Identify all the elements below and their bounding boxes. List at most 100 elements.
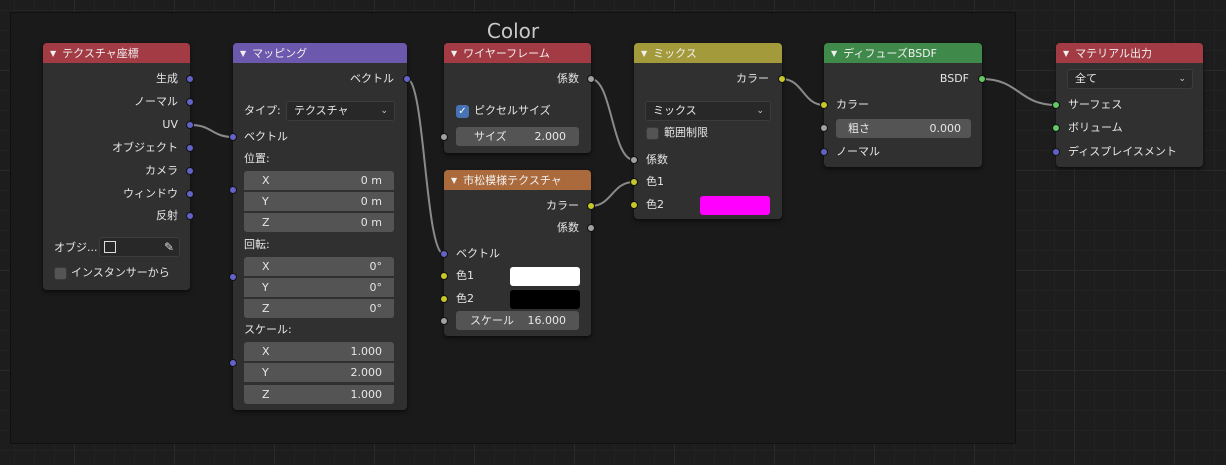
eyedropper-icon[interactable]: ✎ [164,238,174,256]
chevron-down-icon: ⌄ [756,106,764,116]
location-x-field[interactable]: X 0 m [244,171,394,190]
clamp-checkbox[interactable] [646,127,659,140]
node-wireframe[interactable]: ▼ ワイヤーフレーム 係数 ✓ ピクセルサイズ サイズ 2.000 [440,43,595,153]
input-size-socket[interactable] [440,133,448,141]
output-color-socket[interactable] [778,75,786,83]
input-color1-socket[interactable] [440,272,448,280]
node-mapping[interactable]: ▼ マッピング ベクトル タイプ: テクスチャ ⌄ ベクトル 位置: X0 m … [229,43,411,410]
input-scale-socket[interactable] [229,359,237,367]
output-window-socket[interactable] [186,190,194,198]
object-picker-field[interactable]: ✎ [99,237,180,257]
output-bsdf-socket[interactable] [978,75,986,83]
axis-label: X [262,174,270,187]
input-roughness-socket[interactable] [820,124,828,132]
scale-y-field[interactable]: Y 2.000 [244,363,394,382]
color1-swatch[interactable] [510,267,580,286]
collapse-arrow-icon[interactable]: ▼ [50,49,56,58]
collapse-arrow-icon[interactable]: ▼ [1063,49,1069,58]
frame-title: Color [486,19,540,43]
input-vector-socket[interactable] [229,133,237,141]
input-volume-socket[interactable] [1052,124,1060,132]
output-camera-socket[interactable] [186,167,194,175]
chevron-down-icon: ⌄ [380,106,388,116]
node-checker-texture[interactable]: ▼ 市松模様テクスチャ カラー 係数 ベクトル 色1 色2 スケール 16.00… [440,170,595,336]
field-value: 2.000 [350,366,383,379]
node-header[interactable]: ▼ マッピング [233,43,407,63]
input-factor-socket[interactable] [630,156,638,164]
output-camera-label: カメラ [145,164,178,177]
output-normal-label: ノーマル [134,95,178,108]
node-header[interactable]: ▼ テクスチャ座標 [43,43,190,63]
input-normal-socket[interactable] [820,148,828,156]
target-dropdown[interactable]: 全て ⌄ [1067,69,1193,89]
input-scale-socket[interactable] [440,317,448,325]
output-normal-socket[interactable] [186,98,194,106]
pixel-size-checkbox[interactable]: ✓ [456,105,469,118]
output-factor-socket[interactable] [587,75,595,83]
node-material-output[interactable]: ▼ マテリアル出力 全て ⌄ サーフェス ボリューム ディスプレイスメント [1052,43,1203,167]
input-rotation-socket[interactable] [229,273,237,281]
scale-z-field[interactable]: Z 1.000 [244,385,394,404]
output-object-socket[interactable] [186,144,194,152]
type-dropdown[interactable]: テクスチャ ⌄ [286,101,395,121]
collapse-arrow-icon[interactable]: ▼ [641,49,647,58]
collapse-arrow-icon[interactable]: ▼ [451,176,457,185]
color2-swatch[interactable] [700,196,770,215]
scale-field[interactable]: スケール 16.000 [456,311,579,330]
type-value: テクスチャ [294,104,349,117]
output-reflection-socket[interactable] [186,212,194,220]
location-z-field[interactable]: Z 0 m [244,213,394,232]
rotation-z-field[interactable]: Z 0° [244,299,394,318]
input-displacement-socket[interactable] [1052,148,1060,156]
input-color2-socket[interactable] [630,201,638,209]
collapse-arrow-icon[interactable]: ▼ [831,49,837,58]
node-mix[interactable]: ▼ ミックス カラー ミックス ⌄ 範囲制限 係数 色1 色2 [630,43,786,219]
roughness-field[interactable]: 粗さ 0.000 [836,119,971,138]
node-header[interactable]: ▼ ディフューズBSDF [824,43,982,63]
rotation-x-field[interactable]: X 0° [244,257,394,276]
field-value: 0° [369,302,383,315]
from-instancer-checkbox[interactable] [54,267,67,280]
input-vector-socket[interactable] [440,250,448,258]
output-factor-socket[interactable] [587,224,595,232]
node-header[interactable]: ▼ ミックス [634,43,782,63]
collapse-arrow-icon[interactable]: ▼ [451,49,457,58]
collapse-arrow-icon[interactable]: ▼ [240,49,246,58]
input-surface-socket[interactable] [1052,101,1060,109]
rotation-y-field[interactable]: Y 0° [244,278,394,297]
output-object-label: オブジェクト [112,141,178,154]
input-location-socket[interactable] [229,186,237,194]
field-value: 1.000 [350,345,383,358]
node-title: ワイヤーフレーム [463,47,550,60]
output-vector-socket[interactable] [403,75,411,83]
rotation-label: 回転: [244,238,270,251]
target-value: 全て [1075,72,1097,85]
node-title: マッピング [252,47,308,60]
node-header[interactable]: ▼ 市松模様テクスチャ [444,170,591,190]
color2-swatch[interactable] [510,290,580,309]
scale-x-field[interactable]: X 1.000 [244,342,394,361]
node-header[interactable]: ▼ マテリアル出力 [1056,43,1203,63]
field-value: 2.000 [534,130,567,143]
location-y-field[interactable]: Y 0 m [244,192,394,211]
output-vector-label: ベクトル [350,72,394,85]
input-color2-socket[interactable] [440,295,448,303]
color1-label: 色1 [456,269,474,282]
input-color1-socket[interactable] [630,178,638,186]
node-texture-coordinate[interactable]: ▼ テクスチャ座標 生成 ノーマル UV オブジェクト カメラ ウィンドウ 反射… [43,43,194,290]
displacement-label: ディスプレイスメント [1068,145,1177,158]
size-field[interactable]: サイズ 2.000 [456,127,579,146]
input-color-socket[interactable] [820,101,828,109]
blend-mode-dropdown[interactable]: ミックス ⌄ [645,101,771,121]
output-generated-socket[interactable] [186,75,194,83]
node-header[interactable]: ▼ ワイヤーフレーム [444,43,591,63]
node-title: 市松模様テクスチャ [463,174,562,187]
surface-label: サーフェス [1068,98,1123,111]
input-vector-label: ベクトル [456,247,500,260]
output-factor-label: 係数 [557,221,579,234]
node-title: ミックス [653,47,697,60]
output-color-socket[interactable] [587,202,595,210]
field-value: 0 m [360,216,382,229]
output-uv-socket[interactable] [186,121,194,129]
node-diffuse-bsdf[interactable]: ▼ ディフューズBSDF BSDF カラー 粗さ 0.000 ノーマル [820,43,986,167]
